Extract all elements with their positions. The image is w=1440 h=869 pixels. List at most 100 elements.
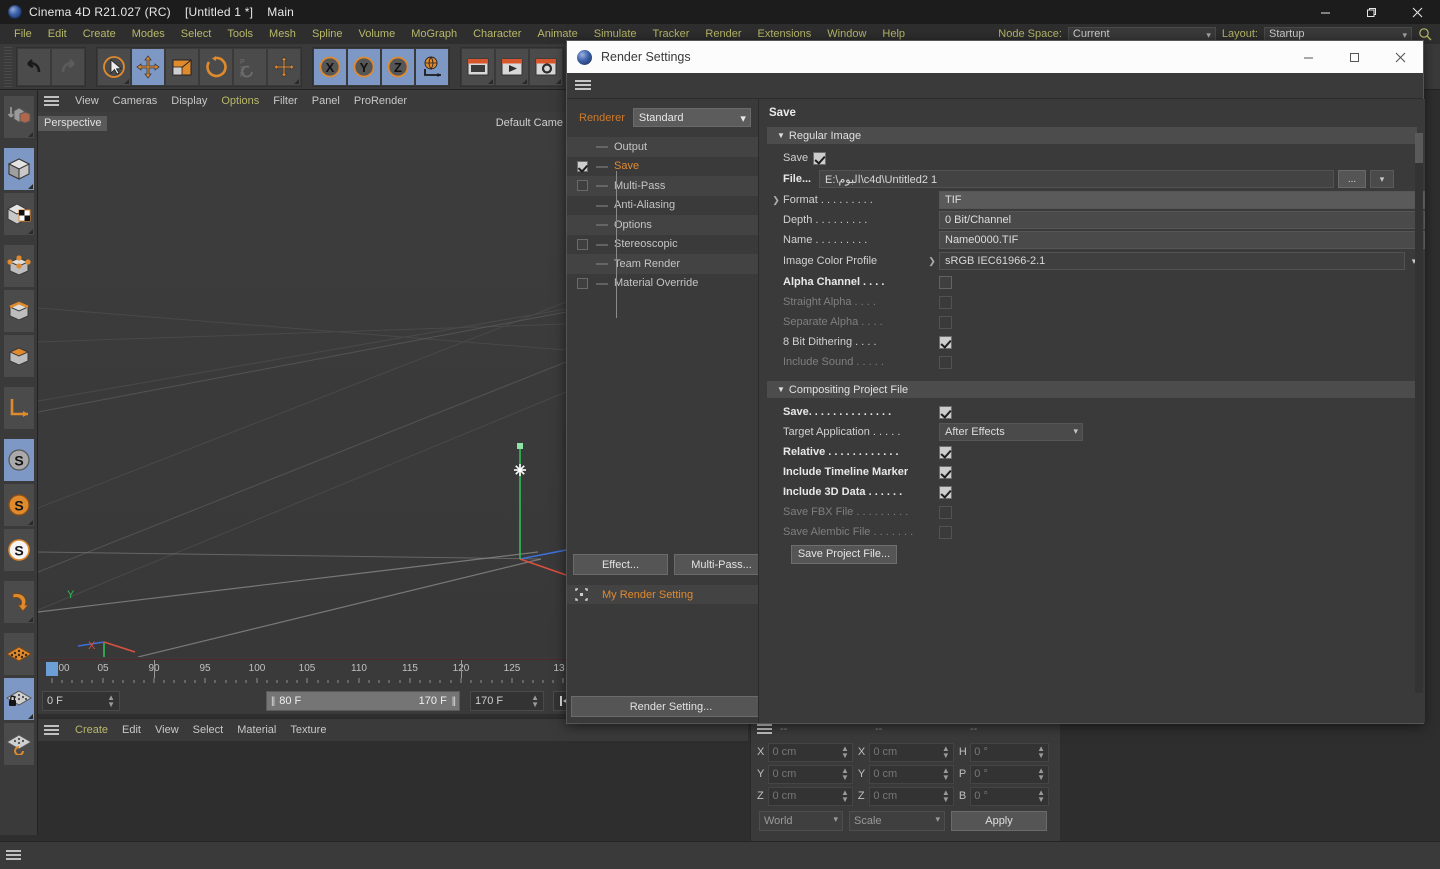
tree-checkbox-materialoverride[interactable] — [577, 277, 588, 289]
viewport-menu-display[interactable]: Display — [164, 95, 214, 107]
target-application-select[interactable]: After Effects ▾ — [939, 423, 1083, 441]
menu-mesh[interactable]: Mesh — [261, 24, 304, 44]
menu-character[interactable]: Character — [465, 24, 529, 44]
material-menu-material[interactable]: Material — [230, 724, 283, 736]
stepper-icon[interactable]: ▲ ▼ — [841, 767, 849, 782]
dithering-checkbox[interactable] — [939, 335, 952, 349]
viewport-menu-cameras[interactable]: Cameras — [106, 95, 165, 107]
viewport-menu-prorender[interactable]: ProRender — [347, 95, 414, 107]
menu-edit[interactable]: Edit — [40, 24, 75, 44]
material-menu-view[interactable]: View — [148, 724, 186, 736]
material-menu-select[interactable]: Select — [186, 724, 231, 736]
y-axis-lock-icon[interactable]: Y — [347, 47, 381, 86]
menu-file[interactable]: File — [6, 24, 40, 44]
restore-icon[interactable] — [1348, 0, 1394, 24]
maximize-icon[interactable] — [1331, 41, 1377, 73]
tree-item-materialoverride[interactable]: Material Override — [567, 274, 759, 294]
hamburger-icon[interactable] — [44, 724, 59, 736]
stepper-icon[interactable]: ▲ ▼ — [531, 694, 539, 709]
minimize-icon[interactable] — [1302, 0, 1348, 24]
group-header-compositing[interactable]: ▼ Compositing Project File — [767, 381, 1417, 398]
material-menu-edit[interactable]: Edit — [115, 724, 148, 736]
coordinate-system-select[interactable]: World ▾ — [759, 811, 843, 831]
points-mode-icon[interactable] — [3, 244, 35, 288]
size-y-field[interactable]: 0 cm ▲ ▼ — [869, 764, 954, 784]
planar-workplane-icon[interactable] — [3, 722, 35, 766]
apply-button[interactable]: Apply — [951, 811, 1047, 831]
effect-button[interactable]: Effect... — [573, 554, 668, 575]
hamburger-icon[interactable] — [6, 850, 21, 861]
file-path-input[interactable]: E:\البوم\c4d\Untitled2 1 — [819, 170, 1334, 188]
timeline-ruler[interactable]: 00 05 90 95 100 105 110 115 120 125 13 — [38, 659, 566, 685]
axis-mode-icon[interactable] — [3, 386, 35, 430]
material-manager-body[interactable] — [38, 741, 748, 842]
close-icon[interactable] — [1394, 0, 1440, 24]
undo-icon[interactable] — [17, 47, 51, 86]
live-selection-icon[interactable] — [97, 47, 131, 86]
hamburger-icon[interactable] — [44, 95, 59, 107]
render-view-icon[interactable] — [461, 47, 495, 86]
menu-tools[interactable]: Tools — [219, 24, 261, 44]
hamburger-icon[interactable] — [575, 79, 591, 92]
x-axis-lock-icon[interactable]: X — [313, 47, 347, 86]
tree-checkbox-stereoscopic[interactable] — [577, 238, 588, 250]
psr-icon[interactable]: P S R — [233, 47, 267, 86]
color-profile-expander-icon[interactable]: ❯ — [925, 256, 939, 267]
comp-save-checkbox[interactable] — [939, 405, 952, 419]
tree-checkbox-save[interactable] — [577, 160, 588, 172]
menu-create[interactable]: Create — [75, 24, 124, 44]
menu-select[interactable]: Select — [173, 24, 220, 44]
pos-y-field[interactable]: 0 cm ▲ ▼ — [768, 764, 853, 784]
timeline-marker-checkbox[interactable] — [939, 465, 952, 479]
tree-item-save[interactable]: Save — [567, 157, 759, 177]
viewport-3d-canvas[interactable]: Perspective Default Came Y X — [38, 112, 566, 657]
stepper-icon[interactable]: ▲ ▼ — [1037, 767, 1045, 782]
hamburger-icon[interactable] — [757, 723, 772, 735]
viewport-menu-view[interactable]: View — [68, 95, 106, 107]
stepper-icon[interactable]: ▲ ▼ — [942, 767, 950, 782]
render-settings-icon[interactable] — [529, 47, 563, 86]
toolbar-grip[interactable] — [4, 46, 12, 87]
range-grip-right[interactable]: || — [452, 696, 456, 707]
multipass-button[interactable]: Multi-Pass... — [674, 554, 769, 575]
world-coordinates-icon[interactable] — [415, 47, 449, 86]
tree-item-stereoscopic[interactable]: Stereoscopic — [567, 235, 759, 255]
save-checkbox[interactable] — [813, 151, 826, 165]
tree-item-output[interactable]: Output — [567, 137, 759, 157]
rot-h-field[interactable]: 0 ° ▲ ▼ — [970, 742, 1049, 762]
close-icon[interactable] — [1377, 41, 1423, 73]
tree-item-options[interactable]: Options — [567, 215, 759, 235]
stepper-icon[interactable]: ▲ ▼ — [942, 745, 950, 760]
range-grip-left[interactable]: || — [271, 696, 275, 707]
search-icon[interactable] — [1418, 27, 1432, 41]
menu-mograph[interactable]: MoGraph — [403, 24, 465, 44]
size-x-field[interactable]: 0 cm ▲ ▼ — [869, 742, 954, 762]
viewport-menu-filter[interactable]: Filter — [266, 95, 304, 107]
render-settings-scrollbar[interactable] — [1415, 133, 1423, 693]
material-menu-create[interactable]: Create — [68, 724, 115, 736]
enable-axis-icon[interactable]: S — [3, 438, 35, 482]
rotate-tool-icon[interactable] — [199, 47, 233, 86]
stepper-icon[interactable]: ▲ ▼ — [1037, 745, 1045, 760]
make-editable-icon[interactable] — [3, 95, 35, 139]
rot-b-field[interactable]: 0 ° ▲ ▼ — [970, 786, 1049, 806]
stepper-icon[interactable]: ▲ ▼ — [942, 789, 950, 804]
minimize-icon[interactable] — [1285, 41, 1331, 73]
viewport-solo-icon[interactable] — [3, 580, 35, 624]
include-3d-checkbox[interactable] — [939, 485, 952, 499]
snap-enable-icon[interactable]: S — [3, 483, 35, 527]
tree-item-multipass[interactable]: Multi-Pass — [567, 176, 759, 196]
format-expander-icon[interactable]: ❯ — [769, 195, 783, 206]
scrollbar-thumb[interactable] — [1415, 133, 1423, 163]
menu-volume[interactable]: Volume — [351, 24, 404, 44]
save-project-file-button[interactable]: Save Project File... — [791, 544, 897, 564]
coordinate-mode-select[interactable]: Scale ▾ — [849, 811, 945, 831]
current-frame-field[interactable]: 0 F ▲ ▼ — [42, 691, 120, 711]
texture-mode-icon[interactable] — [3, 192, 35, 236]
format-select[interactable]: TIF ▾ — [939, 191, 1425, 209]
group-header-regular-image[interactable]: ▼ Regular Image — [767, 127, 1417, 144]
lock-workplane-icon[interactable] — [3, 677, 35, 721]
depth-select[interactable]: 0 Bit/Channel ▾ — [939, 211, 1425, 229]
redo-icon[interactable] — [51, 47, 85, 86]
pos-z-field[interactable]: 0 cm ▲ ▼ — [768, 786, 853, 806]
